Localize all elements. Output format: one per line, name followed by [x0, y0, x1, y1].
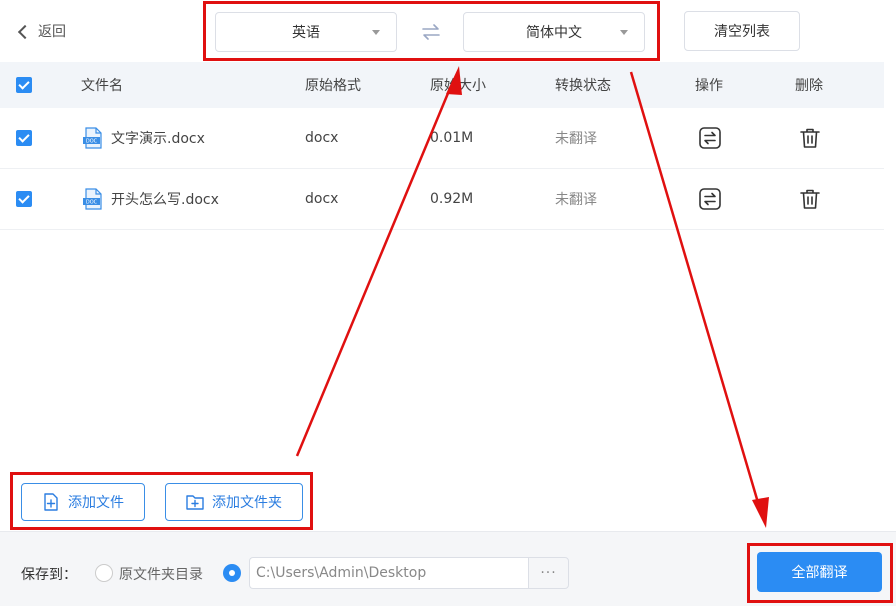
header-status: 转换状态: [555, 78, 611, 94]
select-all-checkbox[interactable]: [16, 77, 32, 93]
add-file-label: 添加文件: [68, 495, 124, 511]
chevron-left-icon: [17, 24, 33, 39]
back-label: 返回: [38, 24, 66, 40]
source-language-select[interactable]: 英语: [215, 12, 397, 52]
doc-file-icon: DOC: [83, 188, 102, 210]
header-filename: 文件名: [81, 78, 123, 94]
file-format: docx: [305, 130, 339, 146]
browse-button[interactable]: ···: [528, 557, 569, 589]
add-folder-label: 添加文件夹: [212, 495, 282, 511]
caret-down-icon: [372, 30, 380, 35]
add-buttons-highlight: 添加文件 添加文件夹: [10, 472, 313, 530]
trash-icon[interactable]: [799, 188, 821, 210]
trash-icon[interactable]: [799, 127, 821, 149]
custom-path-radio[interactable]: [223, 564, 241, 582]
more-dots-icon: ···: [540, 565, 557, 581]
file-size: 0.92M: [430, 191, 474, 207]
file-status: 未翻译: [555, 131, 597, 147]
original-dir-radio[interactable]: [95, 564, 113, 582]
translate-all-label: 全部翻译: [791, 565, 848, 581]
file-name: 文字演示.docx: [111, 131, 205, 147]
table-row: DOC 开头怎么写.docx docx 0.92M 未翻译: [0, 169, 884, 230]
swap-languages-icon[interactable]: [419, 20, 443, 44]
header-delete: 删除: [795, 78, 823, 94]
top-bar: 返回 英语 简体中文 清空列表: [0, 0, 896, 62]
language-selector-highlight: 英语 简体中文: [203, 1, 660, 61]
clear-list-button[interactable]: 清空列表: [684, 11, 800, 51]
add-file-button[interactable]: 添加文件: [21, 483, 145, 521]
convert-icon[interactable]: [699, 127, 721, 149]
convert-icon[interactable]: [699, 188, 721, 210]
file-plus-icon: [44, 493, 58, 511]
save-to-label: 保存到：: [21, 567, 77, 583]
original-dir-label: 原文件夹目录: [119, 567, 203, 583]
translate-all-button[interactable]: 全部翻译: [757, 552, 882, 592]
header-size: 原始大小: [430, 78, 486, 94]
add-folder-button[interactable]: 添加文件夹: [165, 483, 303, 521]
caret-down-icon: [620, 30, 628, 35]
arrowhead-down: [752, 497, 769, 528]
svg-text:DOC: DOC: [86, 200, 98, 206]
header-operation: 操作: [695, 78, 723, 94]
file-format: docx: [305, 191, 339, 207]
file-status: 未翻译: [555, 192, 597, 208]
row-checkbox[interactable]: [16, 191, 32, 207]
table-row: DOC 文字演示.docx docx 0.01M 未翻译: [0, 108, 884, 169]
target-language-value: 简体中文: [526, 25, 582, 41]
folder-plus-icon: [186, 495, 204, 510]
target-language-select[interactable]: 简体中文: [463, 12, 645, 52]
doc-file-icon: DOC: [83, 127, 102, 149]
back-button[interactable]: 返回: [17, 20, 66, 42]
translate-all-highlight: 全部翻译: [747, 543, 893, 603]
source-language-value: 英语: [292, 25, 320, 41]
svg-text:DOC: DOC: [86, 139, 98, 145]
file-size: 0.01M: [430, 130, 474, 146]
output-path-input[interactable]: [249, 557, 529, 589]
clear-list-label: 清空列表: [714, 24, 770, 40]
header-format: 原始格式: [305, 78, 361, 94]
file-name: 开头怎么写.docx: [111, 192, 219, 208]
row-checkbox[interactable]: [16, 130, 32, 146]
table-header: 文件名 原始格式 原始大小 转换状态 操作 删除: [0, 62, 884, 108]
